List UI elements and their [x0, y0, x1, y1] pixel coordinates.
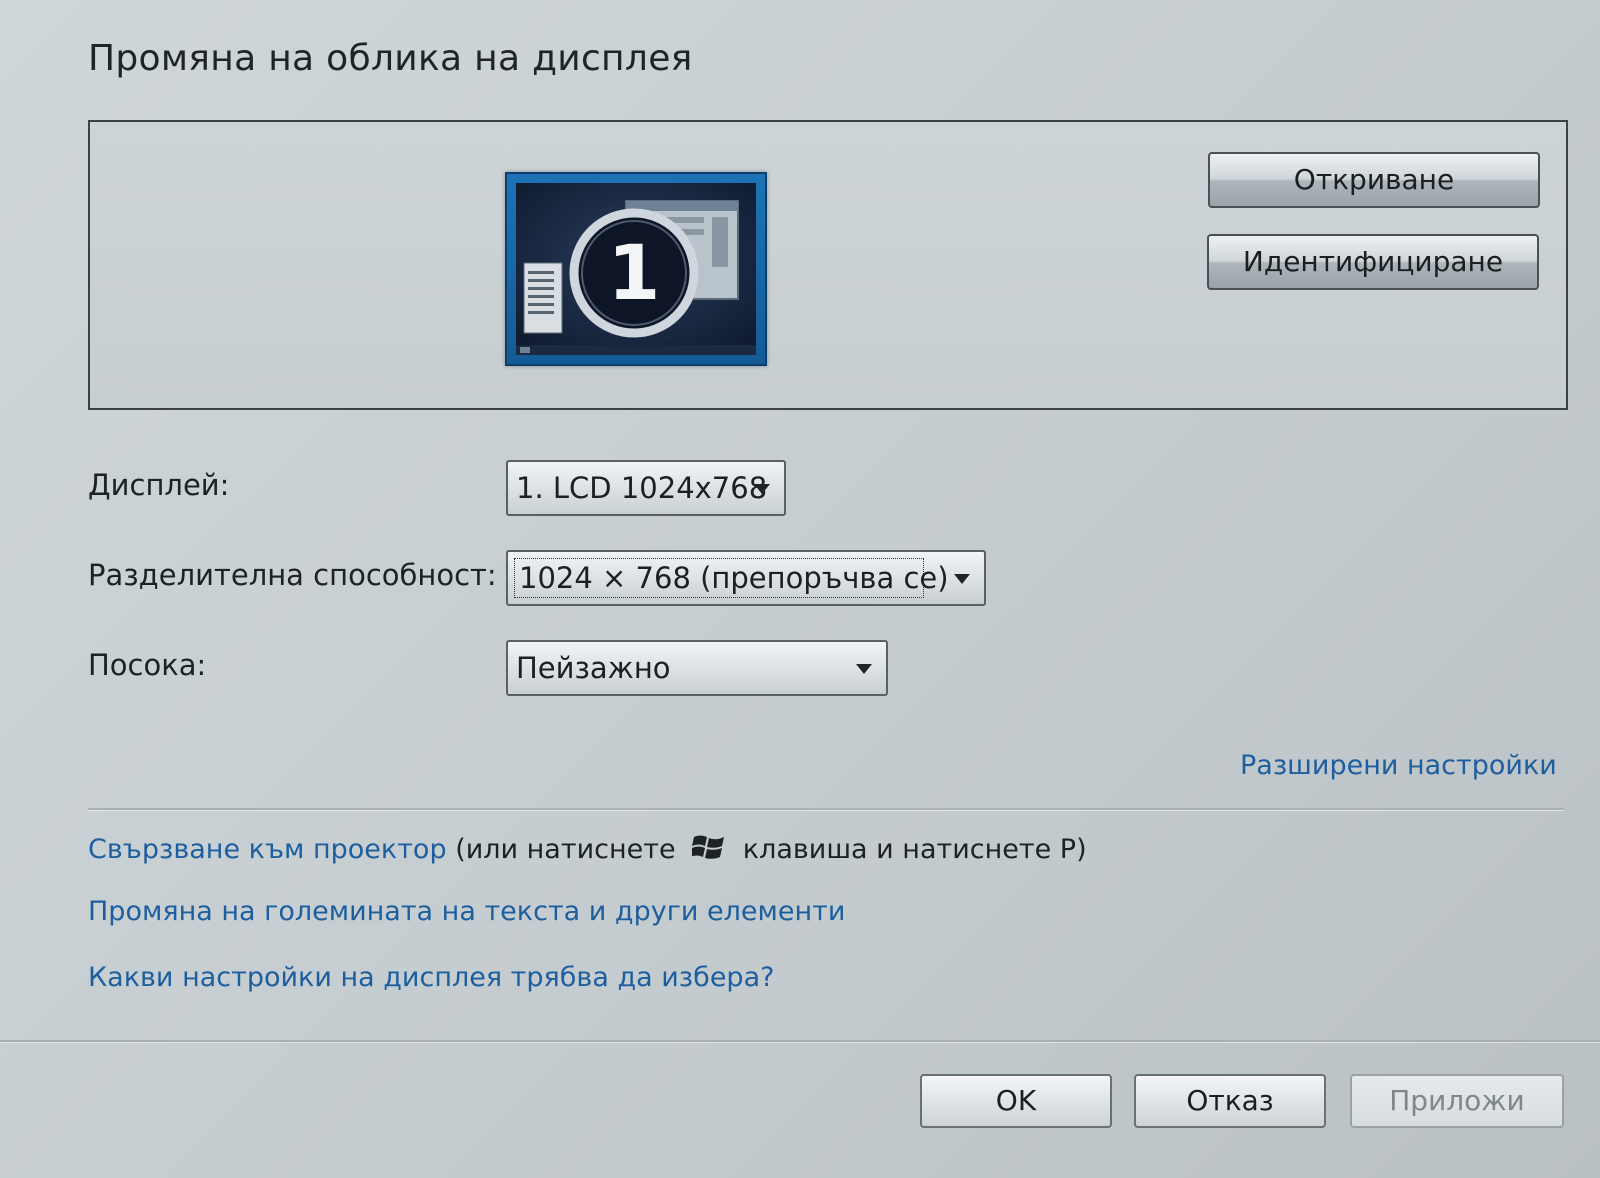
orientation-select[interactable]: Пейзажно	[506, 640, 888, 696]
display-select-value: 1. LCD 1024x768	[516, 471, 768, 505]
monitor-1-thumbnail[interactable]: 1	[505, 172, 767, 366]
page-title: Промяна на облика на дисплея	[88, 38, 693, 79]
display-label: Дисплей:	[88, 468, 230, 502]
chevron-down-icon	[754, 484, 770, 494]
connect-projector-link[interactable]: Свързване към проектор	[88, 834, 447, 865]
text-size-link[interactable]: Промяна на големината на текста и други …	[88, 896, 845, 927]
ok-button[interactable]: OK	[920, 1074, 1112, 1128]
monitor-screen-icon: 1	[516, 183, 756, 355]
projector-hint-after: клавиша и натиснете P)	[742, 834, 1087, 865]
resolution-label: Разделителна способност:	[88, 558, 497, 592]
identify-button[interactable]: Идентифициране	[1207, 234, 1539, 290]
projector-row: Свързване към проектор (или натиснете кл…	[88, 832, 1087, 865]
orientation-label: Посока:	[88, 648, 207, 682]
apply-button[interactable]: Приложи	[1350, 1074, 1564, 1128]
advanced-settings-link[interactable]: Разширени настройки	[1240, 750, 1557, 781]
cancel-button[interactable]: Отказ	[1134, 1074, 1326, 1128]
section-divider	[88, 808, 1564, 810]
orientation-select-value: Пейзажно	[516, 651, 671, 685]
display-select[interactable]: 1. LCD 1024x768	[506, 460, 786, 516]
footer-divider	[0, 1040, 1600, 1042]
chevron-down-icon	[954, 574, 970, 584]
monitor-number: 1	[608, 228, 661, 317]
resolution-select[interactable]: 1024 × 768 (препоръчва се)	[506, 550, 986, 606]
detect-button[interactable]: Откриване	[1208, 152, 1540, 208]
projector-hint-before: (или натиснете	[455, 834, 676, 865]
resolution-select-value: 1024 × 768 (препоръчва се)	[514, 558, 949, 598]
chevron-down-icon	[856, 664, 872, 674]
windows-logo-icon	[692, 835, 725, 859]
which-settings-link[interactable]: Какви настройки на дисплея трябва да изб…	[88, 962, 774, 993]
